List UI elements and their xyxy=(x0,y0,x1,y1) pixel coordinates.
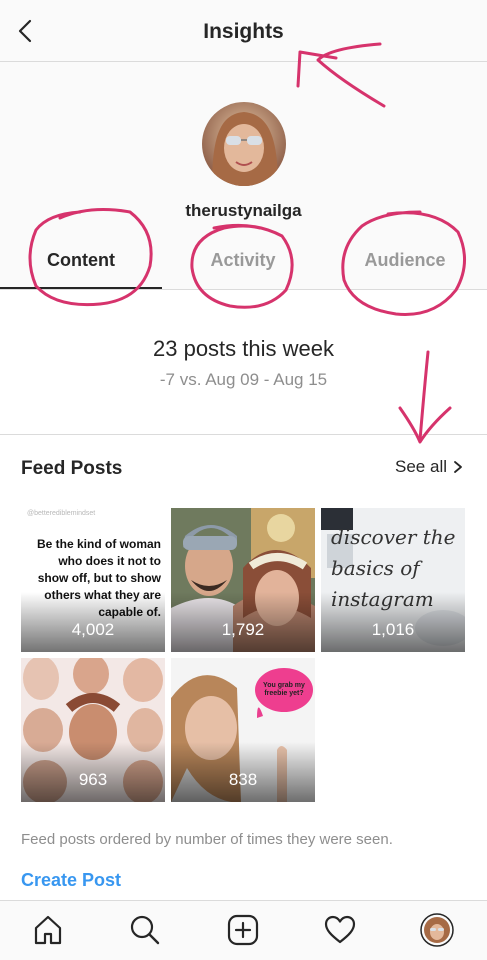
post-impressions: 1,792 xyxy=(221,620,265,639)
feed-post-thumbnail[interactable]: @betterediblemindset Be the kind of woma… xyxy=(21,508,165,652)
post-impressions: 838 xyxy=(228,770,258,789)
nav-new-post-button[interactable] xyxy=(226,913,260,947)
see-all-label: See all xyxy=(395,457,447,476)
profile-avatar xyxy=(420,913,454,947)
post-impressions: 1,016 xyxy=(371,620,415,639)
feed-post-thumbnail[interactable]: You grab my freebie yet? 838 xyxy=(171,658,315,802)
feed-posts-note: Feed posts ordered by number of times th… xyxy=(21,831,393,848)
nav-home-button[interactable] xyxy=(31,913,65,947)
search-icon xyxy=(130,915,160,945)
posts-comparison: -7 vs. Aug 09 - Aug 15 xyxy=(159,370,328,389)
feed-post-thumbnail[interactable]: 1,792 xyxy=(171,508,315,652)
profile-username: therustynailga xyxy=(185,201,302,220)
posts-this-week: 23 posts this week xyxy=(153,336,334,361)
feed-post-thumbnail[interactable]: discover the basics of instagram 1,016 xyxy=(321,508,465,652)
see-all-link[interactable]: See all xyxy=(395,457,463,477)
top-header: Insights xyxy=(0,0,487,62)
bottom-navigation xyxy=(0,900,487,960)
feed-posts-title: Feed Posts xyxy=(21,458,123,479)
home-icon xyxy=(34,915,62,945)
speech-bubble: You grab my freebie yet? xyxy=(255,668,313,712)
post-watermark: @betterediblemindset xyxy=(27,510,96,517)
create-post-link[interactable]: Create Post xyxy=(21,870,121,891)
nav-search-button[interactable] xyxy=(128,913,162,947)
activity-heart-icon xyxy=(324,915,356,944)
tab-activity[interactable]: Activity xyxy=(162,250,324,271)
tab-audience[interactable]: Audience xyxy=(324,250,486,271)
post-impressions: 963 xyxy=(78,770,108,789)
tab-content[interactable]: Content xyxy=(0,250,162,271)
new-post-icon xyxy=(227,914,259,946)
nav-profile-button[interactable] xyxy=(420,913,454,947)
feed-posts-section: Feed Posts See all @betterediblemindset … xyxy=(0,436,487,899)
profile-avatar-large xyxy=(202,102,286,186)
weekly-summary: 23 posts this week -7 vs. Aug 09 - Aug 1… xyxy=(0,290,487,435)
feed-post-thumbnail[interactable]: 963 xyxy=(21,658,165,802)
chevron-right-icon xyxy=(454,461,462,473)
profile-section: therustynailga Content Activity Audience xyxy=(0,62,487,290)
page-title: Insights xyxy=(203,20,284,43)
active-tab-indicator xyxy=(0,287,162,289)
post-impressions: 4,002 xyxy=(71,620,115,639)
nav-activity-button[interactable] xyxy=(323,913,357,947)
